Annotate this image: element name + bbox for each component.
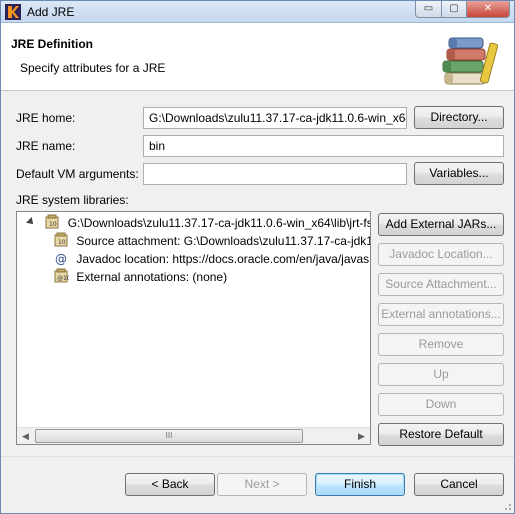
svg-text:10: 10 — [49, 221, 57, 228]
down-button[interactable]: Down — [378, 393, 504, 416]
svg-text:@10: @10 — [57, 275, 69, 282]
footer-divider — [1, 456, 514, 457]
tree-row-root[interactable]: 10 G:\Downloads\zulu11.37.17-ca-jdk11.0.… — [21, 214, 371, 231]
libraries-label: JRE system libraries: — [16, 193, 129, 207]
jre-name-label: JRE name: — [16, 139, 76, 153]
tree-row-javadoc[interactable]: @ Javadoc location: https://docs.oracle.… — [53, 250, 369, 267]
title-bar[interactable]: Add JRE ▭ ▢ ✕ — [1, 1, 514, 23]
scroll-left-icon[interactable]: ◀ — [17, 428, 34, 444]
minimize-button[interactable]: ▭ — [415, 1, 442, 18]
variables-button[interactable]: Variables... — [414, 162, 504, 185]
javadoc-icon: @ — [55, 252, 67, 266]
cancel-button[interactable]: Cancel — [414, 473, 504, 496]
up-button[interactable]: Up — [378, 363, 504, 386]
scroll-right-icon[interactable]: ▶ — [353, 428, 370, 444]
tree-row-source[interactable]: 10 Source attachment: G:\Downloads\zulu1… — [53, 232, 371, 249]
vm-args-field[interactable] — [143, 163, 407, 185]
finish-button[interactable]: Finish — [315, 473, 405, 496]
javadoc-location-button[interactable]: Javadoc Location... — [378, 243, 504, 266]
page-title: JRE Definition — [11, 37, 94, 51]
library-books-icon — [442, 37, 499, 85]
collapse-arrow-icon[interactable] — [26, 217, 36, 227]
tree-label: External annotations: (none) — [76, 270, 228, 284]
maximize-button[interactable]: ▢ — [441, 1, 467, 18]
resize-grip-icon[interactable] — [502, 501, 512, 511]
tree-label: Source attachment: G:\Downloads\zulu11.3… — [76, 234, 371, 248]
directory-button[interactable]: Directory... — [414, 106, 504, 129]
next-button[interactable]: Next > — [217, 473, 307, 496]
scroll-thumb[interactable]: III — [35, 429, 303, 443]
page-subtitle: Specify attributes for a JRE — [20, 61, 166, 75]
source-attachment-button[interactable]: Source Attachment... — [378, 273, 504, 296]
window-title: Add JRE — [27, 5, 75, 19]
tree-label: G:\Downloads\zulu11.37.17-ca-jdk11.0.6-w… — [67, 216, 371, 230]
vm-args-label: Default VM arguments: — [16, 167, 139, 181]
annotations-icon: @10 — [54, 268, 69, 283]
external-annotations-button[interactable]: External annotations... — [378, 303, 504, 326]
jre-name-field[interactable]: bin — [143, 135, 504, 157]
remove-button[interactable]: Remove — [378, 333, 504, 356]
tree-row-annotations[interactable]: @10 External annotations: (none) — [53, 268, 227, 285]
libraries-tree[interactable]: 10 G:\Downloads\zulu11.37.17-ca-jdk11.0.… — [16, 211, 371, 445]
close-button[interactable]: ✕ — [466, 1, 510, 18]
svg-text:10: 10 — [58, 239, 66, 246]
jre-home-label: JRE home: — [16, 111, 76, 125]
app-logo-icon — [5, 4, 21, 20]
back-button[interactable]: < Back — [125, 473, 215, 496]
restore-default-button[interactable]: Restore Default — [378, 423, 504, 446]
jar-icon: 10 — [45, 214, 59, 229]
wizard-header: JRE Definition Specify attributes for a … — [1, 23, 514, 91]
svg-text:@: @ — [55, 252, 67, 266]
add-jre-dialog: Add JRE ▭ ▢ ✕ JRE Definition Specify att… — [0, 0, 515, 514]
horizontal-scrollbar[interactable]: ◀ III ▶ — [17, 427, 370, 444]
source-attachment-icon: 10 — [54, 232, 68, 247]
add-external-jars-button[interactable]: Add External JARs... — [378, 213, 504, 236]
tree-label: Javadoc location: https://docs.oracle.co… — [76, 252, 370, 266]
jre-home-field[interactable]: G:\Downloads\zulu11.37.17-ca-jdk11.0.6-w… — [143, 107, 407, 129]
